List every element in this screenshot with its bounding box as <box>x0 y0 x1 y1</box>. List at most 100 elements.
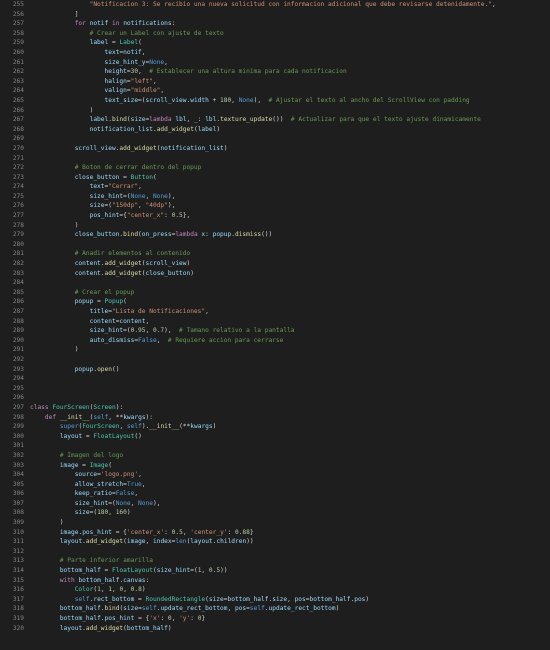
code-line[interactable]: 255 "Notificacion 3: Se recibio una nuev… <box>0 0 550 10</box>
code-line[interactable]: 257 for notif in notifications: <box>0 19 550 29</box>
code-line[interactable]: 256 ] <box>0 10 550 20</box>
code-text[interactable]: self.rect_bottom = RoundedRectangle(size… <box>30 595 369 605</box>
code-line[interactable]: 286 popup = Popup( <box>0 297 550 307</box>
code-text[interactable]: for notif in notifications: <box>30 19 176 29</box>
code-line[interactable]: 316 Color(1, 1, 0, 0.8) <box>0 585 550 595</box>
code-text[interactable]: # Imagen del logo <box>30 451 123 461</box>
code-line[interactable]: 292 <box>0 355 550 365</box>
code-text[interactable]: size=(180, 160) <box>30 508 131 518</box>
code-line[interactable]: 269 <box>0 134 550 144</box>
code-line[interactable]: 275 size_hint=(None, None), <box>0 192 550 202</box>
code-line[interactable]: 318 bottom_half.bind(size=self.update_re… <box>0 604 550 614</box>
code-line[interactable]: 264 valign="middle", <box>0 86 550 96</box>
code-line[interactable]: 290 auto_dismiss=False, # Requiere accio… <box>0 336 550 346</box>
code-text[interactable]: ) <box>30 345 79 355</box>
code-line[interactable]: 285 # Crear el popup <box>0 288 550 298</box>
code-text[interactable]: content.add_widget(scroll_view) <box>30 259 191 269</box>
code-text[interactable]: def __init__(self, **kwargs): <box>30 413 153 423</box>
code-area[interactable]: 255 "Notificacion 3: Se recibio una nuev… <box>0 0 550 633</box>
code-text[interactable]: content=content, <box>30 317 150 327</box>
code-text[interactable]: class FourScreen(Screen): <box>30 403 123 413</box>
code-line[interactable]: 259 label = Label( <box>0 38 550 48</box>
code-text[interactable]: Color(1, 1, 0, 0.8) <box>30 585 146 595</box>
code-line[interactable]: 310 image.pos_hint = {'center_x': 0.5, '… <box>0 528 550 538</box>
code-text[interactable]: source='logo.png', <box>30 470 142 480</box>
code-line[interactable]: 288 content=content, <box>0 317 550 327</box>
code-text[interactable]: ) <box>30 106 94 116</box>
code-line[interactable]: 306 keep_ratio=False, <box>0 489 550 499</box>
code-line[interactable]: 308 size=(180, 160) <box>0 508 550 518</box>
code-text[interactable]: layout.add_widget(bottom_half) <box>30 624 172 634</box>
code-line[interactable]: 262 height=30, # Establecer una altura m… <box>0 67 550 77</box>
code-text[interactable]: size_hint=(0.95, 0.7), # Tamano relativo… <box>30 326 295 336</box>
code-line[interactable]: 307 size_hint=(None, None), <box>0 499 550 509</box>
code-line[interactable]: 300 layout = FloatLayout() <box>0 432 550 442</box>
code-line[interactable]: 258 # Crear un Label con ajuste de texto <box>0 29 550 39</box>
code-text[interactable]: ) <box>30 221 79 231</box>
code-line[interactable]: 304 source='logo.png', <box>0 470 550 480</box>
code-text[interactable]: super(FourScreen, self).__init__(**kwarg… <box>30 422 217 432</box>
code-text[interactable]: label = Label( <box>30 38 142 48</box>
code-line[interactable]: 291 ) <box>0 345 550 355</box>
code-line[interactable]: 280 <box>0 240 550 250</box>
code-text[interactable]: size_hint_y=None, <box>30 58 168 68</box>
code-line[interactable]: 279 close_button.bind(on_press=lambda x:… <box>0 230 550 240</box>
code-line[interactable]: 273 close_button = Button( <box>0 173 550 183</box>
code-text[interactable]: content.add_widget(close_button) <box>30 269 194 279</box>
code-text[interactable]: height=30, # Establecer una altura minim… <box>30 67 347 77</box>
code-text[interactable]: layout = FloatLayout() <box>30 432 142 442</box>
code-line[interactable]: 261 size_hint_y=None, <box>0 58 550 68</box>
code-line[interactable]: 274 text="Cerrar", <box>0 182 550 192</box>
code-line[interactable]: 282 content.add_widget(scroll_view) <box>0 259 550 269</box>
code-text[interactable]: layout.add_widget(image, index=len(layou… <box>30 537 254 547</box>
code-line[interactable]: 294 <box>0 374 550 384</box>
code-text[interactable]: image = Image( <box>30 461 112 471</box>
code-line[interactable]: 276 size=("150dp", "40dp"), <box>0 201 550 211</box>
code-text[interactable]: popup = Popup( <box>30 297 127 307</box>
code-text[interactable]: popup.open() <box>30 365 120 375</box>
code-text[interactable]: # Crear un Label con ajuste de texto <box>30 29 224 39</box>
code-text[interactable]: # Boton de cerrar dentro del popup <box>30 163 202 173</box>
code-text[interactable]: bottom_half.bind(size=self.update_rect_b… <box>30 604 340 614</box>
code-text[interactable]: # Anadir elementos al contenido <box>30 249 190 259</box>
code-text[interactable]: # Parte inferior amarilla <box>30 556 153 566</box>
code-line[interactable]: 297 class FourScreen(Screen): <box>0 403 550 413</box>
code-text[interactable]: size_hint=(None, None), <box>30 192 176 202</box>
code-line[interactable]: 281 # Anadir elementos al contenido <box>0 249 550 259</box>
code-text[interactable]: auto_dismiss=False, # Requiere accion pa… <box>30 336 284 346</box>
code-text[interactable]: ] <box>30 10 79 20</box>
code-line[interactable]: 287 title="Lista de Notificaciones", <box>0 307 550 317</box>
code-text[interactable]: valign="middle", <box>30 86 165 96</box>
code-line[interactable]: 309 ) <box>0 518 550 528</box>
code-text[interactable]: image.pos_hint = {'center_x': 0.5, 'cent… <box>30 528 254 538</box>
code-text[interactable]: with bottom_half.canvas: <box>30 576 149 586</box>
code-line[interactable]: 272 # Boton de cerrar dentro del popup <box>0 163 550 173</box>
code-text[interactable]: ) <box>30 518 64 528</box>
code-text[interactable]: bottom_half = FloatLayout(size_hint=(1, … <box>30 566 228 576</box>
code-text[interactable]: # Crear el popup <box>30 288 135 298</box>
code-line[interactable]: 313 # Parte inferior amarilla <box>0 556 550 566</box>
code-line[interactable]: 260 text=notif, <box>0 48 550 58</box>
code-line[interactable]: 320 layout.add_widget(bottom_half) <box>0 624 550 634</box>
code-text[interactable]: text="Cerrar", <box>30 182 142 192</box>
code-line[interactable]: 289 size_hint=(0.95, 0.7), # Tamano rela… <box>0 326 550 336</box>
code-line[interactable]: 301 <box>0 441 550 451</box>
code-text[interactable]: halign="left", <box>30 77 157 87</box>
code-line[interactable]: 298 def __init__(self, **kwargs): <box>0 413 550 423</box>
code-text[interactable]: allow_stretch=True, <box>30 480 146 490</box>
code-line[interactable]: 302 # Imagen del logo <box>0 451 550 461</box>
code-text[interactable]: pos_hint={"center_x": 0.5}, <box>30 211 191 221</box>
code-line[interactable]: 311 layout.add_widget(image, index=len(l… <box>0 537 550 547</box>
code-text[interactable]: notification_list.add_widget(label) <box>30 125 220 135</box>
code-line[interactable]: 271 <box>0 154 550 164</box>
code-text[interactable]: title="Lista de Notificaciones", <box>30 307 209 317</box>
code-line[interactable]: 270 scroll_view.add_widget(notification_… <box>0 144 550 154</box>
code-line[interactable]: 283 content.add_widget(close_button) <box>0 269 550 279</box>
code-text[interactable]: size=("150dp", "40dp"), <box>30 201 176 211</box>
code-text[interactable]: close_button.bind(on_press=lambda x: pop… <box>30 230 273 240</box>
code-editor[interactable]: 255 "Notificacion 3: Se recibio una nuev… <box>0 0 550 650</box>
code-text[interactable]: keep_ratio=False, <box>30 489 138 499</box>
code-line[interactable]: 278 ) <box>0 221 550 231</box>
code-text[interactable]: scroll_view.add_widget(notification_list… <box>30 144 228 154</box>
code-line[interactable]: 265 text_size=(scroll_view.width + 180, … <box>0 96 550 106</box>
